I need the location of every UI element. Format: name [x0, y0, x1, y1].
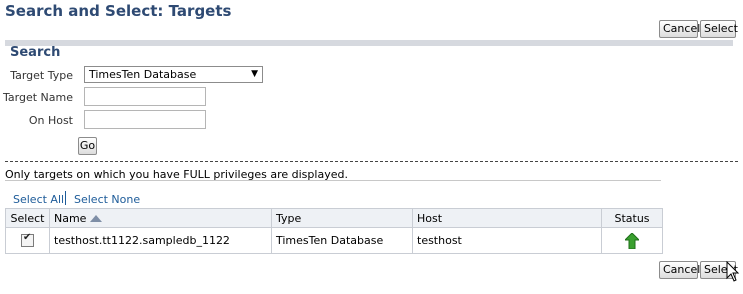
- page-title: Search and Select: Targets: [5, 2, 232, 20]
- column-header-name-label: Name: [54, 211, 87, 225]
- section-divider: [5, 161, 738, 162]
- column-header-host: Host: [412, 208, 602, 228]
- cancel-button-top[interactable]: Cancel: [659, 20, 700, 38]
- up-arrow-icon: [625, 232, 639, 249]
- table-row: testhost.tt1122.sampledb_1122 TimesTen D…: [5, 227, 663, 254]
- select-none-link[interactable]: Select None: [74, 193, 140, 206]
- target-type-label: Target Type: [10, 69, 73, 82]
- search-section-title: Search: [10, 45, 61, 60]
- row-type: TimesTen Database: [271, 227, 413, 254]
- go-button[interactable]: Go: [78, 137, 97, 155]
- row-name: testhost.tt1122.sampledb_1122: [49, 227, 272, 254]
- on-host-label: On Host: [28, 114, 73, 127]
- column-header-status: Status: [601, 208, 663, 228]
- info-divider: [5, 180, 661, 181]
- column-header-name[interactable]: Name: [49, 208, 272, 228]
- targets-table: Select Name Type Host Status testhost.tt…: [5, 208, 663, 254]
- dropdown-arrow-icon[interactable]: ▼: [251, 67, 258, 82]
- select-all-link[interactable]: Select All: [13, 193, 64, 206]
- row-host: testhost: [412, 227, 602, 254]
- row-status: [601, 227, 663, 254]
- target-name-label: Target Name: [3, 91, 73, 104]
- select-button-top[interactable]: Select: [700, 20, 738, 38]
- target-type-select[interactable]: TimesTen Database ▼: [84, 66, 263, 83]
- column-header-type: Type: [271, 208, 413, 228]
- table-header-row: Select Name Type Host Status: [5, 208, 663, 228]
- row-select-cell: [5, 227, 50, 254]
- target-type-value: TimesTen Database: [89, 68, 197, 81]
- row-select-checkbox[interactable]: [21, 232, 34, 248]
- column-header-select: Select: [5, 208, 50, 228]
- sort-ascending-icon[interactable]: [90, 215, 103, 222]
- link-separator: [65, 191, 66, 205]
- cancel-button-bottom[interactable]: Cancel: [659, 261, 700, 279]
- search-header-bar: [5, 40, 733, 46]
- mouse-cursor-icon: [726, 261, 740, 282]
- target-name-input[interactable]: [84, 87, 206, 106]
- on-host-input[interactable]: [84, 110, 206, 129]
